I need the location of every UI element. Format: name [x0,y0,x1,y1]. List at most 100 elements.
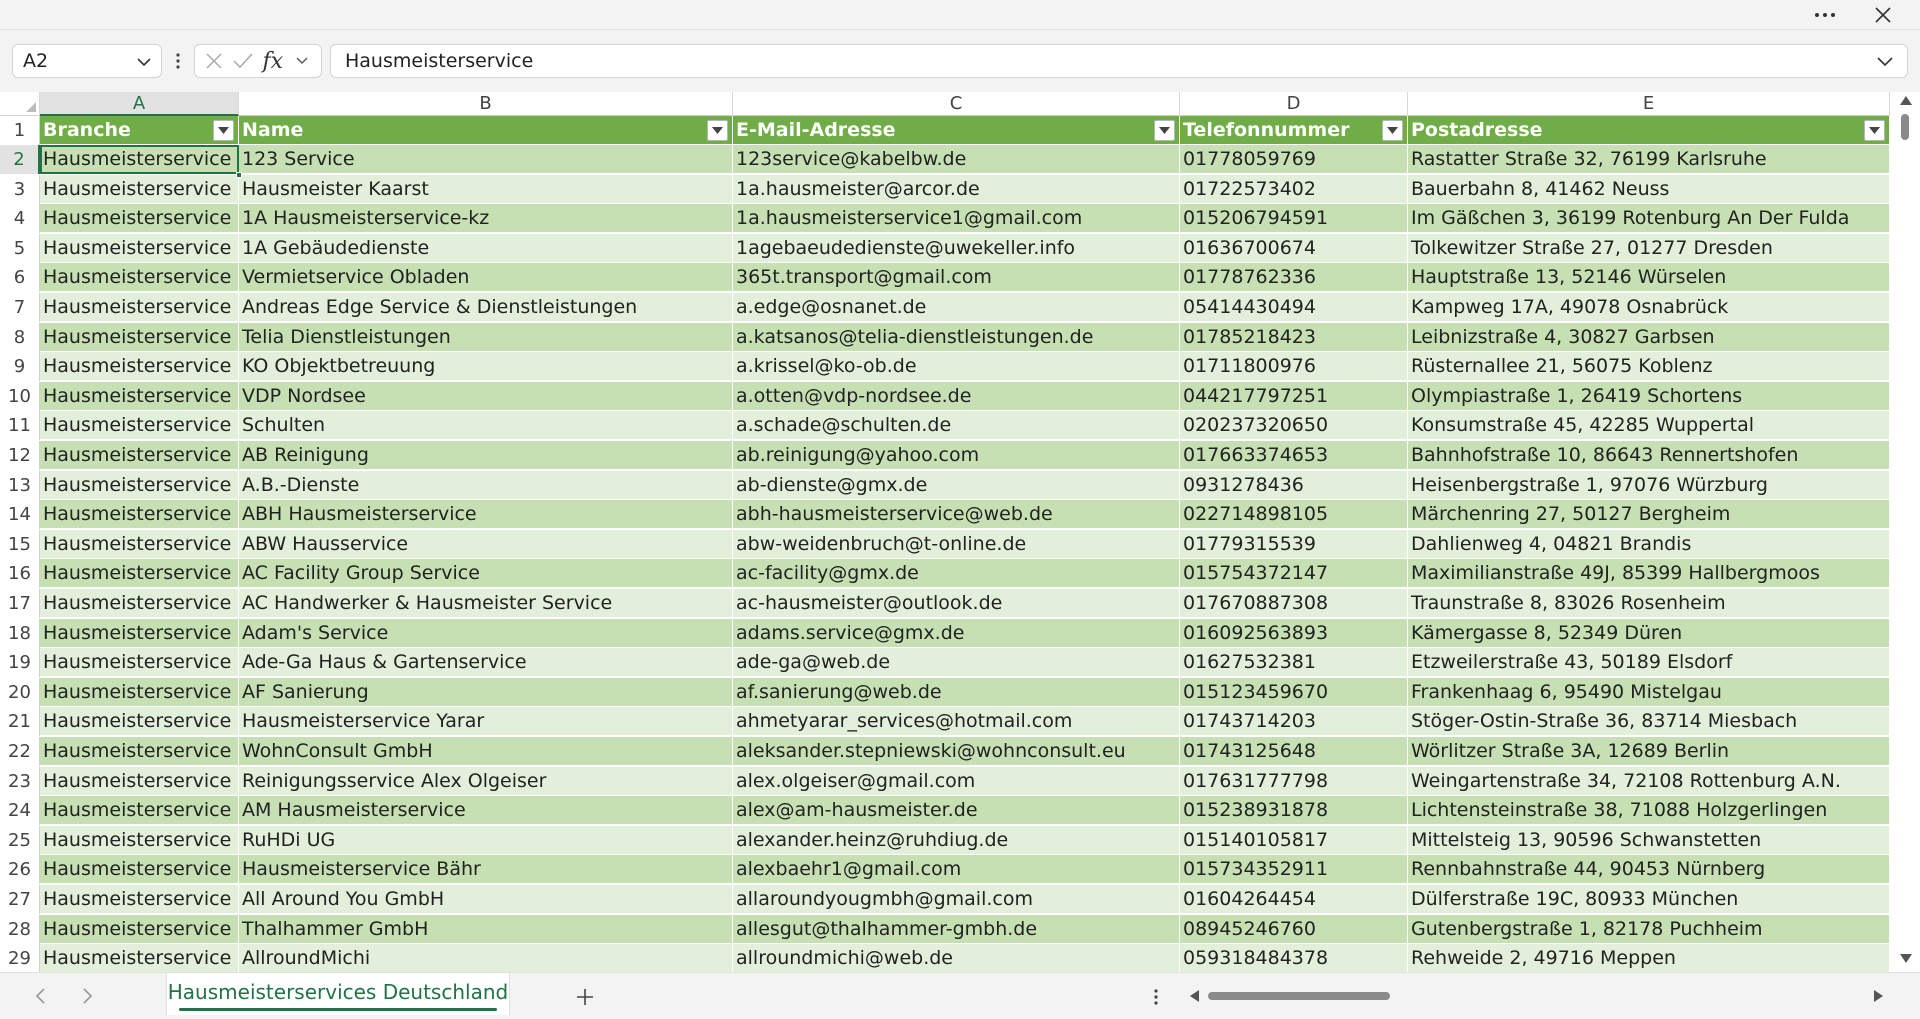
cell-branche[interactable]: Hausmeisterservice [40,174,239,204]
cell-branche[interactable]: Hausmeisterservice [40,381,239,411]
cell-email[interactable]: allroundmichi@web.de [733,944,1180,972]
cell-branche[interactable]: Hausmeisterservice [40,944,239,972]
cell-name[interactable]: Adam's Service [239,618,733,648]
cell-postadresse[interactable]: Olympiastraße 1, 26419 Schortens [1408,381,1890,411]
cell-telefon[interactable]: 01743125648 [1180,737,1408,766]
cell-postadresse[interactable]: Heisenbergstraße 1, 97076 Würzburg [1408,470,1890,500]
select-all-corner[interactable] [0,92,40,116]
cell-email[interactable]: allaroundyougmbh@gmail.com [733,885,1180,914]
cell-email[interactable]: abw-weidenbruch@t-online.de [733,529,1180,559]
cell-name[interactable]: ABH Hausmeisterservice [239,500,733,530]
cell-email[interactable]: ab.reinigung@yahoo.com [733,441,1180,470]
cell-email[interactable]: 1agebaeudedienste@uwekeller.info [733,233,1180,263]
row-number[interactable]: 28 [0,914,40,944]
cell-branche[interactable]: Hausmeisterservice [40,322,239,352]
chevron-down-icon[interactable] [137,50,151,72]
cell-email[interactable]: ade-ga@web.de [733,648,1180,678]
cell-branche[interactable]: Hausmeisterservice [40,500,239,530]
cell-postadresse[interactable]: Bauerbahn 8, 41462 Neuss [1408,174,1890,204]
cell-email[interactable]: a.katsanos@telia-dienstleistungen.de [733,322,1180,352]
cell-branche[interactable]: Hausmeisterservice [40,204,239,234]
horizontal-scrollbar[interactable] [1186,985,1886,1007]
row-number[interactable]: 21 [0,707,40,737]
cell-name[interactable]: Hausmeister Kaarst [239,174,733,204]
header-cell-telefon[interactable]: Telefonnummer [1180,116,1408,145]
cell-branche[interactable]: Hausmeisterservice [40,885,239,914]
close-icon[interactable] [1860,0,1906,30]
cell-telefon[interactable]: 0931278436 [1180,470,1408,500]
cell-email[interactable]: a.krissel@ko-ob.de [733,352,1180,382]
cell-name[interactable]: WohnConsult GmbH [239,737,733,766]
chevron-down-icon[interactable] [1877,50,1893,72]
cell-postadresse[interactable]: Etzweilerstraße 43, 50189 Elsdorf [1408,648,1890,678]
filter-dropdown-icon[interactable] [213,120,234,141]
cell-name[interactable]: A.B.-Dienste [239,470,733,500]
header-cell-postadresse[interactable]: Postadresse [1408,116,1890,145]
cell-telefon[interactable]: 01785218423 [1180,322,1408,352]
cell-branche[interactable]: Hausmeisterservice [40,618,239,648]
cell-name[interactable]: Vermietservice Obladen [239,263,733,293]
cell-branche[interactable]: Hausmeisterservice [40,677,239,707]
cell-email[interactable]: alexander.heinz@ruhdiug.de [733,825,1180,855]
cell-telefon[interactable]: 020237320650 [1180,411,1408,441]
cell-telefon[interactable]: 059318484378 [1180,944,1408,972]
cell-branche[interactable]: Hausmeisterservice [40,766,239,796]
cell-email[interactable]: allesgut@thalhammer-gmbh.de [733,914,1180,944]
cell-telefon[interactable]: 015734352911 [1180,855,1408,885]
cell-postadresse[interactable]: Rüsternallee 21, 56075 Koblenz [1408,352,1890,382]
filter-dropdown-icon[interactable] [1154,120,1175,141]
filter-dropdown-icon[interactable] [707,120,728,141]
cell-postadresse[interactable]: Im Gäßchen 3, 36199 Rotenburg An Der Ful… [1408,204,1890,234]
row-number[interactable]: 15 [0,529,40,559]
cell-telefon[interactable]: 01778059769 [1180,145,1408,174]
cell-telefon[interactable]: 015140105817 [1180,825,1408,855]
cell-name[interactable]: Reinigungsservice Alex Olgeiser [239,766,733,796]
row-number[interactable]: 4 [0,204,40,234]
formula-bar-options-icon[interactable] [170,47,186,75]
row-number[interactable]: 3 [0,174,40,204]
cell-branche[interactable]: Hausmeisterservice [40,470,239,500]
row-number[interactable]: 10 [0,381,40,411]
cell-email[interactable]: ab-dienste@gmx.de [733,470,1180,500]
cell-branche[interactable]: Hausmeisterservice [40,796,239,826]
enter-icon[interactable] [230,47,256,75]
cell-telefon[interactable]: 015123459670 [1180,677,1408,707]
sheet-options-icon[interactable] [1148,983,1164,1011]
row-number[interactable]: 13 [0,470,40,500]
cell-postadresse[interactable]: Hauptstraße 13, 52146 Würselen [1408,263,1890,293]
cell-postadresse[interactable]: Weingartenstraße 34, 72108 Rottenburg A.… [1408,766,1890,796]
row-number[interactable]: 6 [0,263,40,293]
cell-name[interactable]: Hausmeisterservice Bähr [239,855,733,885]
sheet-prev-icon[interactable] [28,983,52,1009]
cell-postadresse[interactable]: Gutenbergstraße 1, 82178 Puchheim [1408,914,1890,944]
cell-branche[interactable]: Hausmeisterservice [40,855,239,885]
row-number[interactable]: 25 [0,825,40,855]
cell-postadresse[interactable]: Leibnizstraße 4, 30827 Garbsen [1408,322,1890,352]
cell-name[interactable]: AC Facility Group Service [239,559,733,589]
cell-telefon[interactable]: 01627532381 [1180,648,1408,678]
cell-branche[interactable]: Hausmeisterservice [40,559,239,589]
cell-postadresse[interactable]: Konsumstraße 45, 42285 Wuppertal [1408,411,1890,441]
cell-telefon[interactable]: 017631777798 [1180,766,1408,796]
cell-email[interactable]: a.otten@vdp-nordsee.de [733,381,1180,411]
row-number[interactable]: 14 [0,500,40,530]
cell-email[interactable]: alexbaehr1@gmail.com [733,855,1180,885]
header-cell-name[interactable]: Name [239,116,733,145]
row-number[interactable]: 19 [0,648,40,678]
sheet-next-icon[interactable] [76,983,100,1009]
more-options-icon[interactable] [1802,0,1848,30]
sheet-tab-active[interactable]: Hausmeisterservices Deutschland [166,973,510,1015]
cell-name[interactable]: RuHDi UG [239,825,733,855]
cell-branche[interactable]: Hausmeisterservice [40,707,239,737]
cell-email[interactable]: 365t.transport@gmail.com [733,263,1180,293]
cell-postadresse[interactable]: Bahnhofstraße 10, 86643 Rennertshofen [1408,441,1890,470]
cell-telefon[interactable]: 015206794591 [1180,204,1408,234]
row-number[interactable]: 20 [0,677,40,707]
column-header-b[interactable]: B [239,92,733,116]
cell-email[interactable]: alex@am-hausmeister.de [733,796,1180,826]
row-number[interactable]: 23 [0,766,40,796]
cell-email[interactable]: a.schade@schulten.de [733,411,1180,441]
function-icon[interactable]: fx [260,47,286,75]
cell-postadresse[interactable]: Maximilianstraße 49J, 85399 Hallbergmoos [1408,559,1890,589]
row-number[interactable]: 2 [0,145,40,174]
